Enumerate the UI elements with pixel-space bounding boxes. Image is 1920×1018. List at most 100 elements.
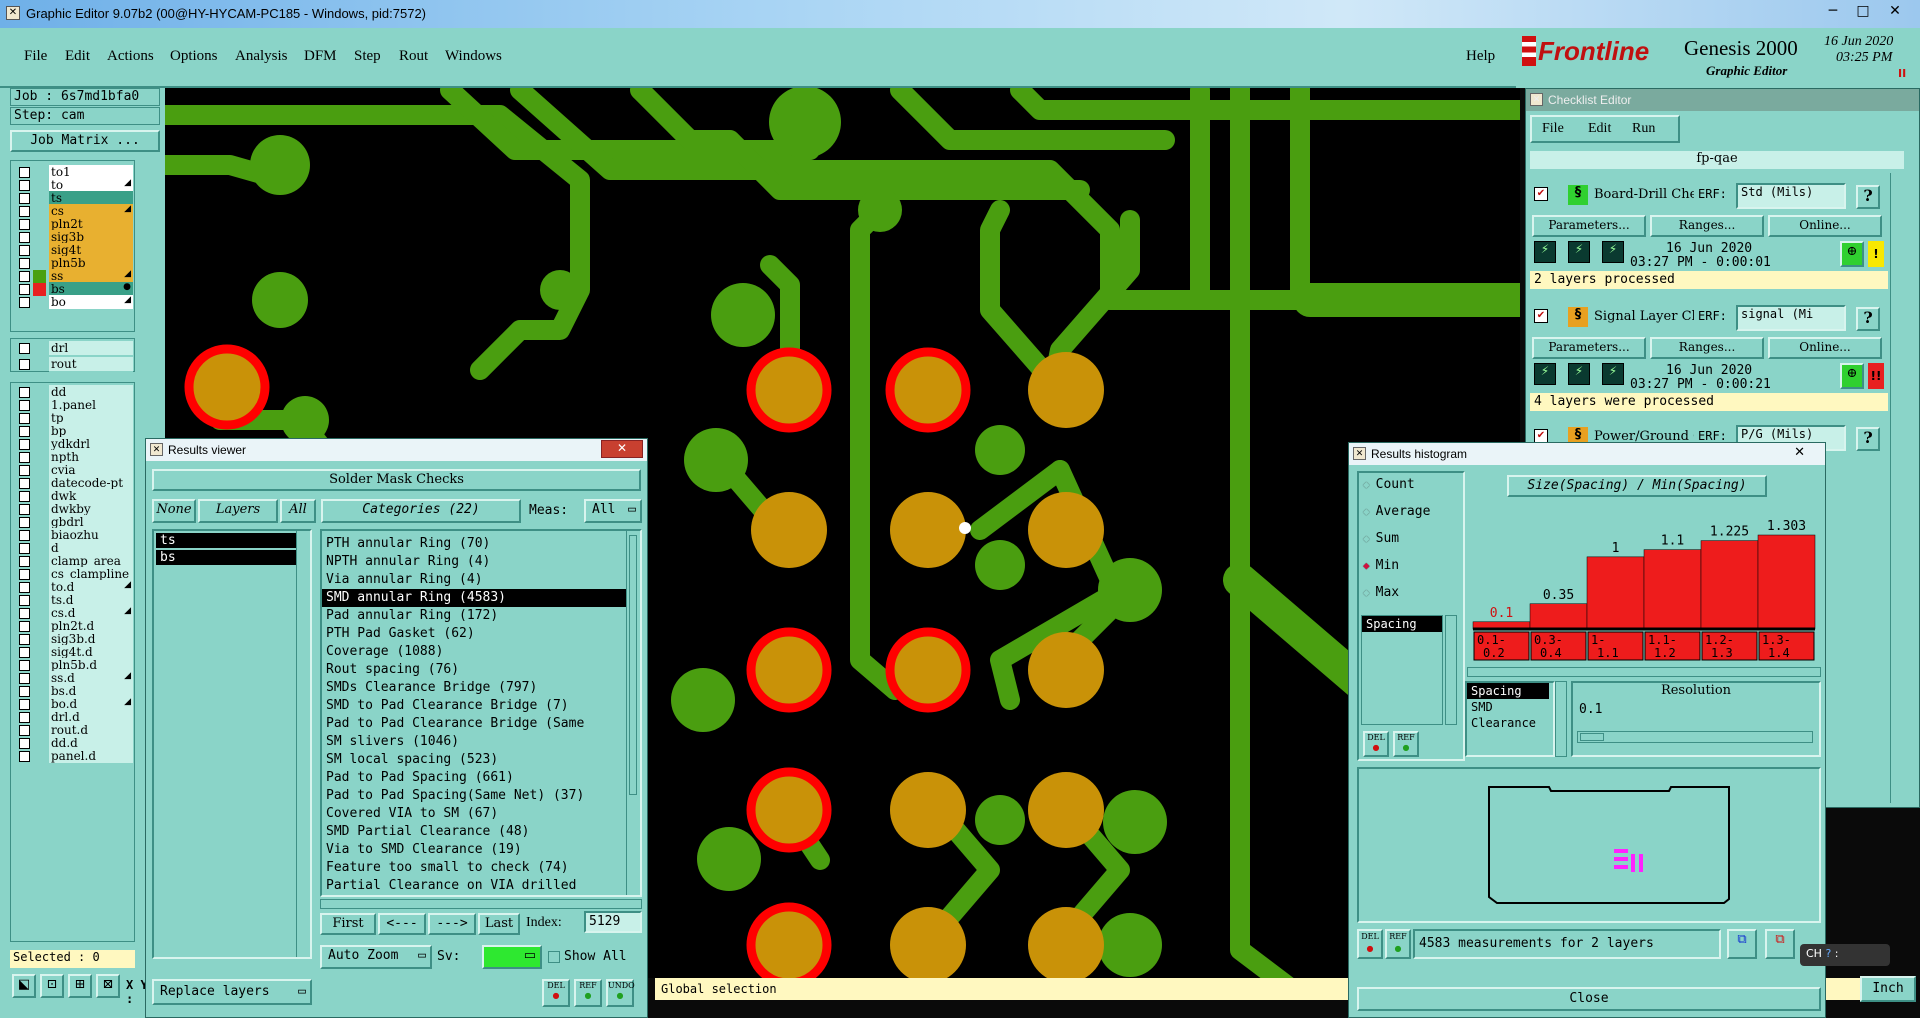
measure-scrollbar[interactable] — [1555, 681, 1567, 757]
close-icon[interactable]: ✕ — [1794, 444, 1805, 460]
layers-scrollbar[interactable] — [296, 531, 310, 957]
check-name[interactable]: Signal Layer Ch — [1594, 309, 1694, 324]
layer-checkbox[interactable] — [19, 595, 30, 606]
next-button[interactable]: ---> — [428, 913, 476, 935]
close-button[interactable]: ✕ — [1882, 2, 1908, 22]
close-icon[interactable]: ✕ — [601, 440, 643, 458]
histogram-list-item[interactable]: Spacing — [1362, 616, 1442, 632]
layer-checkbox[interactable] — [19, 400, 30, 411]
layer-checkbox[interactable] — [19, 738, 30, 749]
zoom-result-icon[interactable]: ⊕ — [1840, 241, 1864, 267]
layer-name[interactable]: panel.d — [49, 749, 133, 764]
all-button[interactable]: All — [280, 499, 316, 523]
menu-options[interactable]: Options — [170, 48, 218, 65]
layer-row-panel-d[interactable]: panel.d — [15, 749, 133, 764]
run-action-icon[interactable]: ⚡ — [1534, 363, 1556, 385]
layer-checkbox[interactable] — [19, 387, 30, 398]
replace-layers-dropdown[interactable]: Replace layers ▭ — [152, 979, 312, 1005]
layer-name[interactable]: bo — [49, 295, 133, 310]
export-icon[interactable]: ⧉ — [1727, 929, 1757, 959]
histogram-item-list[interactable]: Spacing — [1361, 615, 1443, 725]
maximize-button[interactable]: □ — [1850, 2, 1876, 22]
layer-checkbox[interactable] — [19, 232, 30, 243]
histogram-bar[interactable] — [1643, 549, 1702, 630]
measure-tool-icon[interactable]: ⊠ — [96, 974, 120, 998]
layer-checkbox[interactable] — [19, 725, 30, 736]
histogram-bar[interactable] — [1586, 556, 1645, 630]
layers-button[interactable]: Layers — [198, 499, 278, 523]
layer-checkbox[interactable] — [19, 608, 30, 619]
layer-checkbox[interactable] — [19, 426, 30, 437]
layer-checkbox[interactable] — [19, 193, 30, 204]
units-button[interactable]: Inch — [1860, 976, 1916, 1002]
category-item[interactable]: PTH Pad Gasket (62) — [322, 625, 626, 643]
summary-ref-button[interactable]: REF ● — [1385, 929, 1411, 959]
check-enable-checkbox[interactable]: ✔ — [1534, 309, 1548, 323]
run-action-icon[interactable]: ⚡ — [1602, 241, 1624, 263]
layer-checkbox[interactable] — [19, 582, 30, 593]
histogram-bar[interactable] — [1700, 540, 1759, 630]
layer-checkbox[interactable] — [19, 556, 30, 567]
window-menu-icon[interactable]: ✕ — [1530, 93, 1543, 106]
measure-list[interactable]: Spacing SMD Clearance — [1465, 681, 1555, 757]
category-item[interactable]: SMDs Clearance Bridge (797) — [322, 679, 626, 697]
meas-dropdown[interactable]: All ▭ — [584, 499, 642, 523]
categories-list[interactable]: PTH annular Ring (70) NPTH annular Ring (… — [320, 529, 642, 897]
layer-checkbox[interactable] — [19, 569, 30, 580]
check-enable-checkbox[interactable]: ✔ — [1534, 187, 1548, 201]
histogram-bar[interactable] — [1529, 603, 1588, 630]
window-menu-icon[interactable]: ✕ — [150, 443, 163, 456]
layer-checkbox[interactable] — [19, 258, 30, 269]
category-item[interactable]: SM slivers (1046) — [322, 733, 626, 751]
categories-button[interactable]: Categories (22) — [321, 499, 521, 523]
check-params-button[interactable]: Parameters... — [1532, 215, 1646, 237]
menu-step[interactable]: Step — [354, 48, 381, 65]
check-ranges-button[interactable]: Ranges... — [1650, 337, 1764, 359]
categories-scrollbar[interactable] — [626, 531, 640, 895]
layer-checkbox[interactable] — [19, 297, 30, 308]
layer-checkbox[interactable] — [19, 359, 30, 370]
layer-checkbox[interactable] — [19, 413, 30, 424]
layer-name[interactable]: rout — [49, 357, 133, 372]
category-item[interactable]: NPTH annular Ring (4) — [322, 553, 626, 571]
index-field[interactable]: 5129 — [584, 911, 642, 933]
category-item[interactable]: Via annular Ring (4) — [322, 571, 626, 589]
select-tool-icon[interactable]: ⬕ — [12, 974, 36, 998]
help-button[interactable]: ? — [1856, 185, 1880, 209]
layer-checkbox[interactable] — [19, 465, 30, 476]
layers-list[interactable]: ts bs — [152, 529, 312, 959]
layer-checkbox[interactable] — [19, 343, 30, 354]
menu-analysis[interactable]: Analysis — [235, 48, 288, 65]
prev-button[interactable]: <--- — [378, 913, 426, 935]
measure-list-item[interactable]: Spacing — [1467, 683, 1549, 699]
histogram-chart[interactable]: 0.10.1-0.20.350.3-0.411-1.11.11.1-1.21.2… — [1467, 499, 1821, 664]
run-action-icon[interactable]: ⚡ — [1568, 241, 1590, 263]
layer-checkbox[interactable] — [19, 699, 30, 710]
layer-checkbox[interactable] — [19, 206, 30, 217]
menu-dfm[interactable]: DFM — [304, 48, 337, 65]
layer-checkbox[interactable] — [19, 673, 30, 684]
category-item[interactable]: Pad annular Ring (172) — [322, 607, 626, 625]
ref-button[interactable]: REF ● — [574, 979, 602, 1007]
checklist-menu-file[interactable]: File — [1542, 121, 1564, 137]
zoom-tool-icon[interactable]: ⊡ — [40, 974, 64, 998]
show-all-checkbox[interactable] — [548, 951, 560, 963]
measure-list-item[interactable]: Clearance — [1467, 715, 1549, 731]
help-button[interactable]: ? — [1856, 427, 1880, 451]
layer-checkbox[interactable] — [19, 284, 30, 295]
close-button[interactable]: Close — [1357, 987, 1821, 1011]
checklist-menu-run[interactable]: Run — [1632, 121, 1655, 137]
category-item[interactable]: Pad to Pad Spacing (661) — [322, 769, 626, 787]
category-item[interactable]: Covered VIA to SM (67) — [322, 805, 626, 823]
category-item[interactable]: PTH annular Ring (70) — [322, 535, 626, 553]
checklist-menu-edit[interactable]: Edit — [1588, 121, 1611, 137]
layer-checkbox[interactable] — [19, 660, 30, 671]
minimize-button[interactable]: ─ — [1820, 2, 1846, 22]
last-button[interactable]: Last — [478, 913, 520, 935]
category-item[interactable]: Coverage (1088) — [322, 643, 626, 661]
layer-checkbox[interactable] — [19, 647, 30, 658]
ime-indicator[interactable]: CH ? : — [1800, 944, 1890, 966]
layer-checkbox[interactable] — [19, 621, 30, 632]
category-item[interactable]: Rout spacing (76) — [322, 661, 626, 679]
check-online-button[interactable]: Online... — [1768, 215, 1882, 237]
